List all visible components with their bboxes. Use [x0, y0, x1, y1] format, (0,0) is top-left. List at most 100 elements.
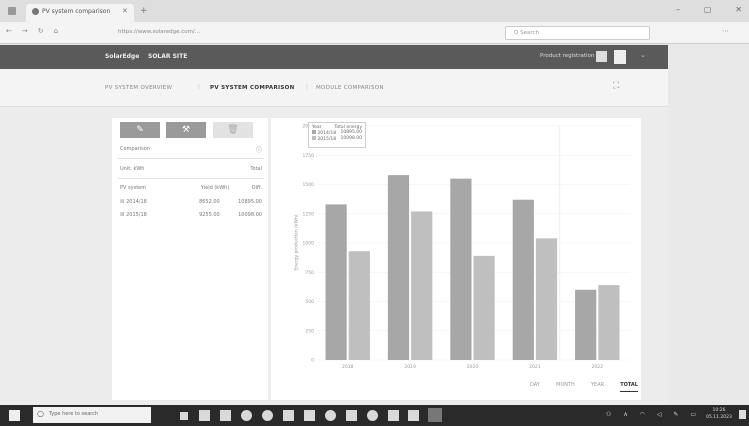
tab-favicon: [32, 8, 39, 15]
nav-buttons[interactable]: ← → ↻ ⌂: [6, 27, 76, 39]
bar-2014-18-2019[interactable]: [387, 175, 410, 360]
row-name-text: 2015/18: [126, 212, 147, 218]
window-controls[interactable]: – ▢ ✕: [676, 5, 742, 17]
volume-icon[interactable]: ◁: [657, 411, 662, 421]
user-avatar-icon[interactable]: [614, 50, 626, 64]
sub-navigation: PV SYSTEM OVERVIEW | PV SYSTEM COMPARISO…: [0, 69, 668, 107]
store-icon[interactable]: [220, 410, 231, 421]
legend-entry: 2015/18 10098.00: [312, 136, 362, 142]
row-name-text: 2014/18: [126, 199, 147, 205]
tab-module-comparison[interactable]: MODULE COMPARISON: [316, 85, 384, 91]
windows-start-icon[interactable]: [9, 410, 20, 421]
chrome-icon[interactable]: [241, 410, 252, 421]
y-tick-label: 1250: [303, 211, 315, 217]
period-day-button[interactable]: DAY: [530, 382, 540, 392]
nav-separator: |: [198, 84, 201, 90]
app-header: SolarEdge SOLAR SITE Product registratio…: [0, 45, 668, 69]
maximize-icon[interactable]: ▢: [704, 5, 712, 17]
unit-value: Total: [250, 166, 262, 172]
settings-button[interactable]: ⚒: [166, 122, 206, 138]
app-icon[interactable]: [408, 410, 419, 421]
browser-search-input[interactable]: Q Search: [505, 26, 650, 40]
home-icon[interactable]: ⌂: [54, 27, 58, 39]
browser-menu-icon[interactable]: [8, 7, 16, 15]
reload-icon[interactable]: ↻: [38, 27, 44, 39]
network-icon[interactable]: ◠: [640, 411, 645, 421]
tab-close-icon[interactable]: ✕: [122, 7, 128, 15]
row-diff: 10098.00: [238, 212, 262, 218]
new-tab-icon[interactable]: +: [140, 6, 148, 16]
bar-2014-18-2021[interactable]: [512, 199, 534, 360]
url-field[interactable]: https://www.solaredge.com/...: [118, 27, 498, 39]
app-icon[interactable]: [367, 410, 378, 421]
period-total-button[interactable]: TOTAL: [620, 382, 638, 392]
back-icon[interactable]: ←: [6, 27, 12, 39]
header-diff: Diff.: [251, 185, 262, 191]
row-name: ☒ 2014/18: [120, 199, 194, 205]
calculator-icon[interactable]: [304, 410, 315, 421]
period-year-button[interactable]: YEAR: [591, 382, 604, 392]
system-tray[interactable]: ⚇ ∧ ◠ ◁ ✎ ▭: [606, 411, 696, 421]
app-logo[interactable]: SolarEdge: [105, 53, 139, 60]
bar-2015-18-2020[interactable]: [473, 255, 495, 360]
taskbar-search[interactable]: ○ Type here to search: [33, 407, 151, 423]
chevron-down-icon[interactable]: ⌄: [640, 51, 646, 59]
chevron-up-icon[interactable]: ∧: [623, 411, 627, 421]
bar-2014-18-2022[interactable]: [575, 289, 597, 360]
bar-2014-18-2020[interactable]: [450, 178, 472, 360]
teams-icon[interactable]: [325, 410, 336, 421]
notifications-icon[interactable]: [739, 410, 746, 419]
tab-pv-system-comparison[interactable]: PV SYSTEM COMPARISON: [210, 85, 295, 91]
wrench-icon: ⚒: [181, 125, 191, 135]
people-icon[interactable]: ⚇: [606, 411, 611, 421]
tab-pv-system-overview[interactable]: PV SYSTEM OVERVIEW: [105, 85, 172, 91]
app-icon[interactable]: [388, 410, 399, 421]
bar-2015-18-2018[interactable]: [348, 251, 370, 360]
clock-date: 05.11.2023: [706, 415, 732, 420]
clock[interactable]: 10:26 05.11.2023: [702, 407, 736, 423]
flag-icon[interactable]: [596, 51, 607, 62]
active-browser-icon[interactable]: [428, 408, 442, 422]
period-selector: DAY MONTH YEAR TOTAL: [530, 382, 638, 392]
keyboard-icon[interactable]: ▭: [690, 411, 696, 421]
x-tick-label: 2019: [404, 364, 416, 370]
table-row[interactable]: ☒ 2014/18 8652.00 10895.00: [120, 196, 262, 208]
y-tick-label: 500: [305, 299, 314, 305]
minimize-icon[interactable]: –: [676, 5, 680, 17]
legend-swatch: [312, 136, 316, 140]
page-right-strip: [668, 45, 749, 405]
fullscreen-icon[interactable]: ⛶: [613, 81, 619, 91]
checkbox-icon[interactable]: ☒: [120, 199, 124, 205]
bar-2014-18-2018[interactable]: [325, 204, 347, 360]
forward-icon[interactable]: →: [22, 27, 28, 39]
task-view-icon[interactable]: [180, 412, 188, 420]
unit-label: Unit: kWh: [120, 166, 145, 172]
delete-button[interactable]: 🗑: [213, 122, 253, 138]
table-row[interactable]: ☒ 2015/18 9255.00 10098.00: [120, 209, 262, 221]
browser-tab[interactable]: PV system comparison ✕: [26, 4, 134, 22]
close-window-icon[interactable]: ✕: [735, 5, 742, 17]
pen-icon[interactable]: ✎: [673, 411, 678, 421]
user-label[interactable]: Product registration: [540, 53, 594, 59]
bar-2015-18-2019[interactable]: [411, 211, 433, 360]
y-tick-label: 1500: [303, 182, 315, 188]
y-tick-label: 1750: [303, 153, 315, 159]
bar-2015-18-2021[interactable]: [535, 238, 558, 360]
y-tick-label: 0: [311, 358, 314, 364]
mail-icon[interactable]: [283, 410, 294, 421]
settings-icon[interactable]: [262, 410, 273, 421]
y-tick-label: 250: [305, 328, 314, 334]
legend-name: 2015/18: [317, 137, 337, 142]
bar-2015-18-2022[interactable]: [598, 285, 620, 360]
pencil-icon: ✎: [136, 125, 144, 135]
period-month-button[interactable]: MONTH: [556, 382, 575, 392]
file-explorer-icon[interactable]: [199, 410, 210, 421]
browser-extensions-icon[interactable]: ⋯: [722, 27, 729, 35]
edit-button[interactable]: ✎: [120, 122, 160, 138]
checkbox-icon[interactable]: ☒: [120, 212, 124, 218]
divider: [118, 178, 264, 179]
app-icon[interactable]: [346, 410, 357, 421]
info-icon[interactable]: ⓘ: [256, 145, 262, 154]
unit-row[interactable]: Unit: kWh Total: [120, 163, 262, 175]
x-tick-label: 2021: [529, 364, 541, 370]
